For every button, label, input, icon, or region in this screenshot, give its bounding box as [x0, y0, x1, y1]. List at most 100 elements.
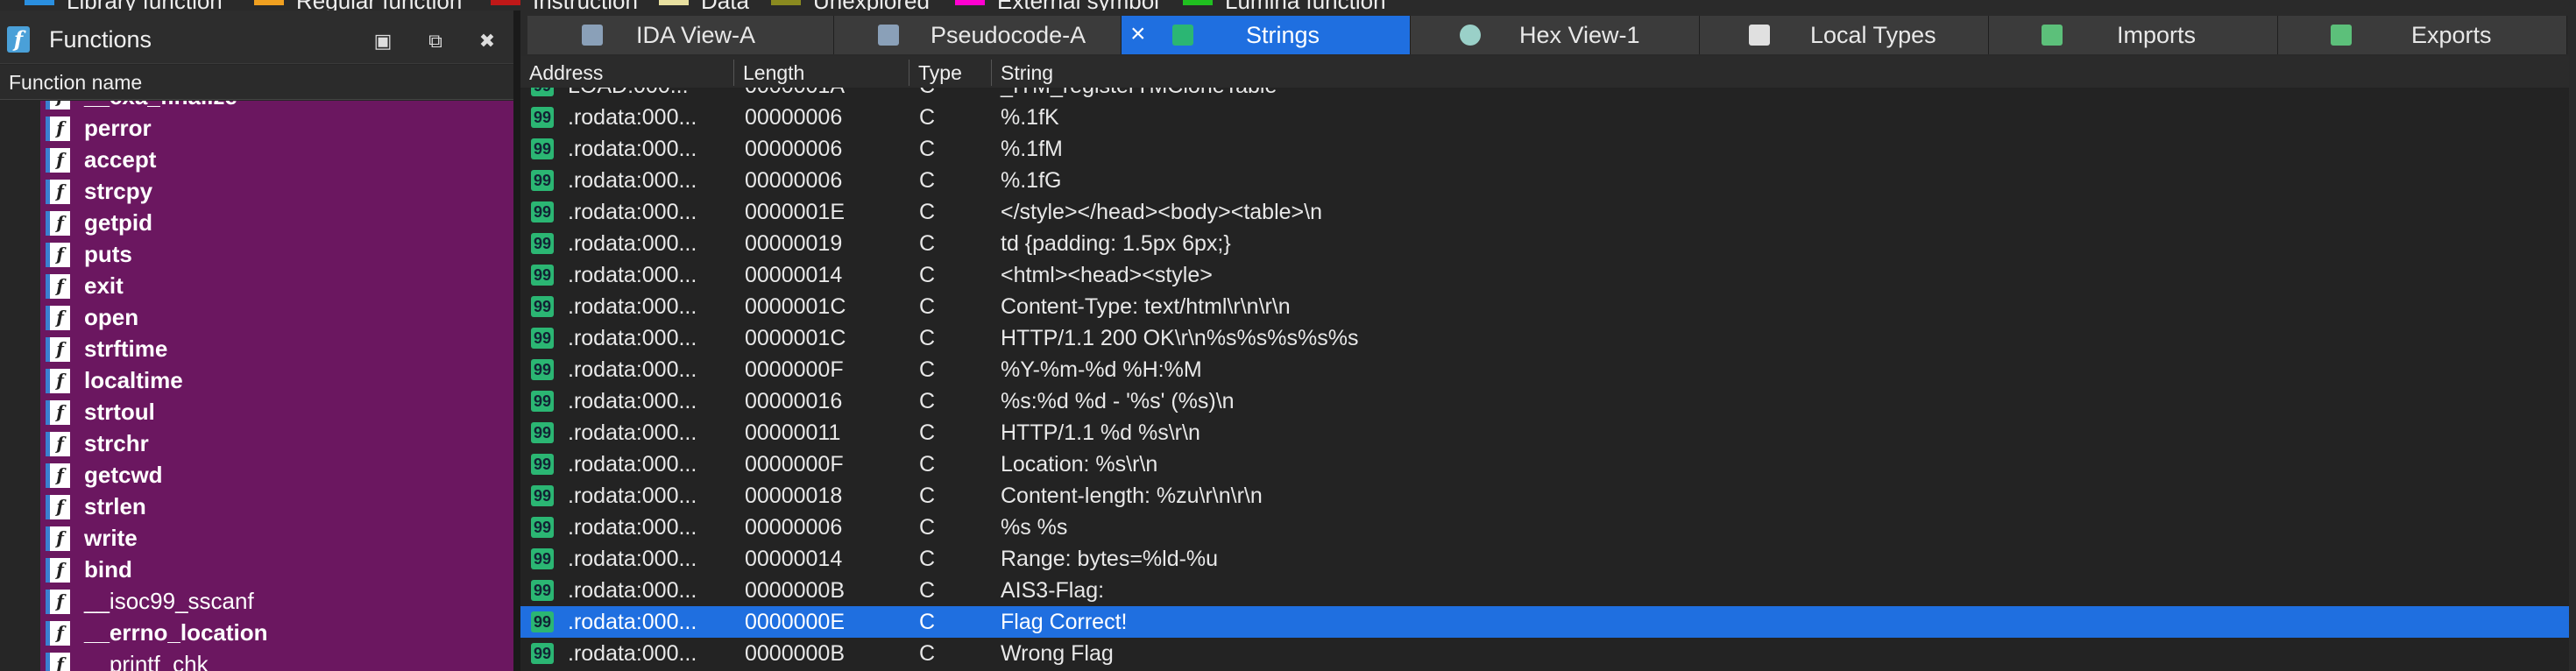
legend-item-library: Library function [25, 0, 223, 11]
tab-strings[interactable]: × Strings [1122, 16, 1411, 54]
address-cell: .rodata:000... [568, 578, 697, 603]
tab-imports[interactable]: Imports [1989, 16, 2278, 54]
string-cell: </style></head><body><table>\n [1001, 200, 1322, 224]
vertical-scrollbar[interactable] [2569, 56, 2576, 671]
function-icon: f [46, 211, 70, 236]
functions-panel-header: f Functions ▣ ⧉ ✖ [0, 11, 513, 64]
minimize-icon[interactable]: ▣ [372, 30, 394, 53]
length-cell: 0000000E [745, 610, 846, 634]
tab-exports[interactable]: Exports [2278, 16, 2567, 54]
column-header-type[interactable]: Type [909, 60, 992, 86]
string-cell: _ITM_registerTMCloneTable [1001, 88, 1277, 99]
function-icon: f [46, 463, 70, 488]
function-list-item[interactable]: f bind [0, 554, 513, 586]
panel-splitter[interactable] [513, 11, 520, 671]
table-row[interactable]: 99 .rodata:000... 00000014 C <html><head><st… [520, 259, 2576, 291]
type-cell: C [919, 137, 936, 161]
pseudocode-icon [878, 25, 899, 46]
column-header-address[interactable]: Address [520, 60, 734, 86]
types-icon [1749, 25, 1770, 46]
function-icon: f [46, 653, 70, 671]
tab-ida-view-a[interactable]: IDA View-A [527, 16, 834, 54]
strings-table-body[interactable]: 99 LOAD:000... 0000001A C _ITM_registerTMClo… [520, 88, 2576, 671]
type-cell: C [919, 88, 935, 99]
table-row[interactable]: 99 .rodata:000... 00000018 C Content-length:… [520, 480, 2576, 512]
function-icon: f [46, 400, 70, 425]
legend-item-regular: Regular function [254, 0, 462, 11]
function-list-item[interactable]: f exit [0, 271, 513, 302]
address-cell: .rodata:000... [568, 547, 697, 571]
type-cell: C [919, 484, 936, 508]
functions-list[interactable]: f__cxa_finalizefperrorfacceptfstrcpyfget… [0, 101, 513, 671]
table-row[interactable]: 99 .rodata:000... 0000000F C %Y-%m-%d %H:%M [520, 354, 2576, 385]
function-list-item[interactable]: f perror [0, 113, 513, 145]
function-list-item[interactable]: f __cxa_finalize [0, 101, 513, 113]
address-cell: .rodata:000... [568, 420, 697, 445]
function-name: bind [84, 556, 132, 583]
function-icon: f [46, 558, 70, 583]
length-cell: 00000006 [745, 515, 843, 540]
function-list-item[interactable]: f strchr [0, 428, 513, 460]
function-list-item[interactable]: f accept [0, 145, 513, 176]
string-icon: 99 [531, 611, 554, 632]
table-row[interactable]: 99 LOAD:000... 0000001A C _ITM_registerTMClo… [520, 88, 2576, 102]
table-row[interactable]: 99 .rodata:000... 0000000B C Wrong Flag [520, 638, 2576, 669]
column-header-function-name[interactable]: Function name [0, 65, 513, 100]
length-cell: 0000000F [745, 357, 844, 382]
string-cell: AIS3-Flag: [1001, 578, 1105, 603]
table-row[interactable]: 99 .rodata:000... 0000000B C AIS3-Flag: [520, 575, 2576, 606]
tab-local-types[interactable]: Local Types [1700, 16, 1989, 54]
function-list-item[interactable]: f localtime [0, 365, 513, 397]
close-icon[interactable]: ✖ [476, 30, 499, 53]
float-window-icon[interactable]: ⧉ [424, 30, 447, 53]
table-row[interactable]: 99 .rodata:000... 00000006 C %.1fM [520, 133, 2576, 165]
table-row[interactable]: 99 .rodata:000... 0000001C C Content-Type: t… [520, 291, 2576, 322]
function-list-item[interactable]: f strftime [0, 334, 513, 365]
function-icon: f [46, 148, 70, 173]
column-header-length[interactable]: Length [734, 60, 909, 86]
table-row[interactable]: 99 .rodata:000... 00000014 C Range: bytes=%l… [520, 543, 2576, 575]
function-list-item[interactable]: f open [0, 302, 513, 334]
function-name: getcwd [84, 462, 163, 488]
address-cell: .rodata:000... [568, 484, 697, 508]
length-cell: 00000016 [745, 389, 843, 413]
strings-icon [1172, 25, 1193, 46]
table-row[interactable]: 99 .rodata:000... 00000019 Ctd {padding: 1.… [520, 228, 2576, 259]
function-list-item[interactable]: f strcpy [0, 176, 513, 208]
function-list-item[interactable]: f strtoul [0, 397, 513, 428]
function-list-item[interactable]: f puts [0, 239, 513, 271]
tab-pseudocode-a[interactable]: Pseudocode-A [834, 16, 1122, 54]
table-row[interactable]: 99 .rodata:000... 00000011 C HTTP/1.1 %d %s\… [520, 417, 2576, 449]
function-list-item[interactable]: f __isoc99_sscanf [0, 586, 513, 618]
string-icon: 99 [531, 328, 554, 349]
table-row[interactable]: 99 .rodata:000... 0000000F C Location: %s\r\… [520, 449, 2576, 480]
function-list-item[interactable]: f strlen [0, 491, 513, 523]
function-icon: f [46, 101, 70, 109]
exports-icon [2331, 25, 2352, 46]
function-list-item[interactable]: f getcwd [0, 460, 513, 491]
table-row[interactable]: 99 .rodata:000... 00000006 C %.1fG [520, 165, 2576, 196]
string-icon: 99 [531, 201, 554, 222]
legend-swatch-icon [771, 0, 801, 5]
string-icon: 99 [531, 170, 554, 191]
table-row[interactable]: 99 .rodata:000... 0000000E C Flag Correct! [520, 606, 2576, 638]
close-tab-icon[interactable]: × [1130, 19, 1146, 49]
function-list-item[interactable]: f __errno_location [0, 618, 513, 649]
table-row[interactable]: 99 .rodata:000... 00000016 C %s:%d %d - '%s'… [520, 385, 2576, 417]
string-icon: 99 [531, 88, 554, 96]
string-icon: 99 [531, 548, 554, 569]
function-list-item[interactable]: f __printf_chk [0, 649, 513, 671]
table-row[interactable]: 99 .rodata:000... 00000006 C %s %s [520, 512, 2576, 543]
type-cell: C [919, 578, 936, 603]
address-cell: .rodata:000... [568, 357, 697, 382]
column-header-string[interactable]: String [992, 60, 2569, 86]
function-icon: f [46, 274, 70, 299]
table-row[interactable]: 99 .rodata:000... 0000001C C HTTP/1.1 200 OK… [520, 322, 2576, 354]
tab-hex-view-1[interactable]: Hex View-1 [1411, 16, 1700, 54]
string-cell: Location: %s\r\n [1001, 452, 1158, 477]
function-list-item[interactable]: f getpid [0, 208, 513, 239]
address-cell: .rodata:000... [568, 200, 697, 224]
table-row[interactable]: 99 .rodata:000... 00000006 C %.1fK [520, 102, 2576, 133]
table-row[interactable]: 99 .rodata:000... 0000001E C </style></head>… [520, 196, 2576, 228]
function-list-item[interactable]: f write [0, 523, 513, 554]
